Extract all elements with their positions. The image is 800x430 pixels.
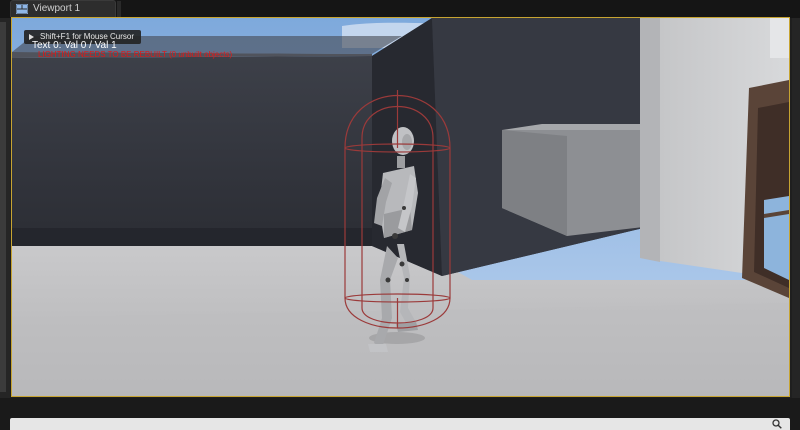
- search-icon[interactable]: [772, 419, 782, 429]
- search-input[interactable]: [10, 418, 790, 430]
- viewport-layout-icon: [16, 4, 28, 14]
- tab-edge: [117, 1, 121, 18]
- tab-viewport-1[interactable]: Viewport 1: [10, 0, 121, 18]
- level-viewport[interactable]: Shift+F1 for Mouse Cursor Text 0: Val 0 …: [11, 17, 790, 397]
- lighting-warning: LIGHTING NEEDS TO BE REBUILT (0 unbuilt …: [38, 50, 233, 59]
- back-wall: [12, 56, 372, 246]
- tab-bar: Viewport 1: [0, 0, 800, 18]
- right-panel-edge: [792, 18, 800, 398]
- tab-label: Viewport 1: [33, 3, 81, 14]
- scene-render: [12, 18, 789, 396]
- left-scrollbar[interactable]: [0, 22, 6, 392]
